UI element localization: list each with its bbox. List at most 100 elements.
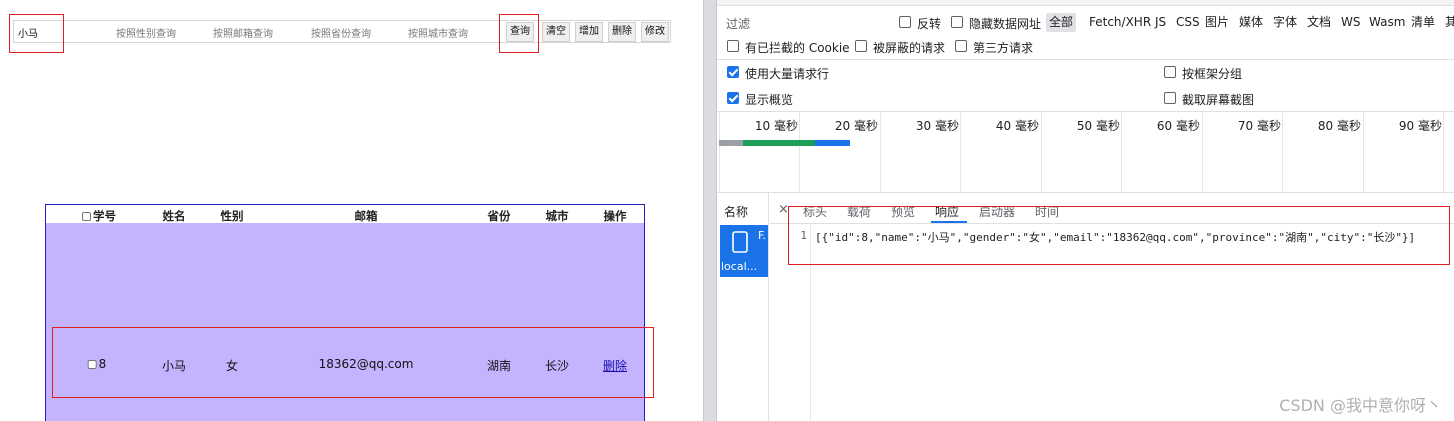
type-filter-wasm[interactable]: Wasm <box>1366 13 1408 32</box>
pane-splitter[interactable] <box>703 0 717 421</box>
gender-search-input[interactable]: 按照性别查询 <box>116 25 176 40</box>
hide-data-urls-label: 隐藏数据网址 <box>969 17 1042 31</box>
timeline-gridline <box>1121 112 1122 192</box>
invert-label: 反转 <box>917 17 942 31</box>
email-search-input[interactable]: 按照邮箱查询 <box>213 25 273 40</box>
capture-screenshots-label: 截取屏幕截图 <box>1182 93 1255 107</box>
timeline-tick-label: 10 毫秒 <box>754 119 798 133</box>
request-host: local... <box>721 260 758 273</box>
watermark: CSDN @我中意你呀丶 <box>1279 396 1442 415</box>
response-body[interactable]: [{"id":8,"name":"小马","gender":"女","email… <box>815 229 1415 245</box>
province-search-input[interactable]: 按照省份查询 <box>311 25 371 40</box>
delete-button[interactable]: 删除 <box>608 22 636 42</box>
large-rows-checkbox[interactable] <box>727 66 739 78</box>
add-button[interactable]: 增加 <box>575 22 603 42</box>
tab-preview[interactable]: 预览 <box>891 203 915 220</box>
third-party-checkbox[interactable] <box>955 40 967 52</box>
hide-data-urls-checkbox[interactable] <box>951 16 963 28</box>
capture-screenshots-checkbox[interactable] <box>1164 92 1176 104</box>
type-filter-other[interactable]: 其 <box>1442 13 1454 32</box>
edit-button[interactable]: 修改 <box>641 22 669 42</box>
timeline-gridline <box>1282 112 1283 192</box>
row-select[interactable]: 8 <box>87 357 106 371</box>
header-id: 学号 <box>93 209 116 223</box>
type-filter-ws[interactable]: WS <box>1338 13 1363 32</box>
blocked-requests-checkbox[interactable] <box>855 40 867 52</box>
query-button[interactable]: 查询 <box>506 22 534 42</box>
type-filter-img[interactable]: 图片 <box>1202 13 1232 32</box>
timing-bar-download <box>815 140 850 146</box>
row-name: 小马 <box>161 359 187 373</box>
document-icon <box>732 231 748 253</box>
tab-initiator[interactable]: 启动器 <box>979 203 1015 220</box>
row-gender: 女 <box>225 359 239 373</box>
timeline-tick-label: 30 毫秒 <box>915 119 959 133</box>
header-action: 操作 <box>603 209 627 223</box>
search-bar: 小马 按照性别查询 按照邮箱查询 按照省份查询 按照城市查询 查询 清空 增加 … <box>13 20 671 43</box>
timeline-tick-label: 70 毫秒 <box>1237 119 1281 133</box>
group-by-frame-label: 按框架分组 <box>1182 67 1243 81</box>
header-select-all[interactable]: 学号 <box>82 208 116 224</box>
timing-bar-waiting <box>743 140 815 146</box>
tab-payload[interactable]: 载荷 <box>847 203 871 220</box>
large-rows-label: 使用大量请求行 <box>745 67 830 81</box>
header-email: 邮箱 <box>354 209 378 223</box>
show-overview-checkbox[interactable] <box>727 92 739 104</box>
divider <box>717 111 1454 112</box>
timeline-gridline <box>1443 112 1444 192</box>
show-overview-label: 显示概览 <box>745 93 794 107</box>
row-checkbox[interactable] <box>87 360 97 369</box>
type-filter-font[interactable]: 字体 <box>1270 13 1300 32</box>
close-icon[interactable]: × <box>778 202 789 217</box>
timeline-gridline <box>880 112 881 192</box>
divider <box>717 59 1454 60</box>
header-city: 城市 <box>545 209 569 223</box>
row-delete-link[interactable]: 删除 <box>603 357 627 374</box>
blocked-cookies-checkbox[interactable] <box>727 40 739 52</box>
timeline-tick-label: 90 毫秒 <box>1398 119 1442 133</box>
table-header: 学号 姓名 性别 邮箱 省份 城市 操作 <box>46 205 644 223</box>
type-filter-js[interactable]: JS <box>1152 13 1169 32</box>
line-gutter: 1 <box>781 224 811 421</box>
third-party-label: 第三方请求 <box>973 41 1034 55</box>
clear-button[interactable]: 清空 <box>542 22 570 42</box>
timeline-tick-label: 50 毫秒 <box>1076 119 1120 133</box>
timeline-tick-label: 80 毫秒 <box>1317 119 1361 133</box>
tab-timing[interactable]: 时间 <box>1035 203 1059 220</box>
request-name-column: 名称 F. local... <box>717 193 769 421</box>
timeline-gridline <box>799 112 800 192</box>
request-row-selected[interactable]: F. local... <box>720 225 768 277</box>
blocked-cookies-label: 有已拦截的 Cookie <box>745 41 850 55</box>
timeline-tick-label: 40 毫秒 <box>995 119 1039 133</box>
delete-link[interactable]: 删除 <box>603 359 627 373</box>
name-search-input[interactable]: 小马 <box>18 25 38 40</box>
timing-bar-stalled <box>725 140 743 146</box>
type-filter-fetch-xhr[interactable]: Fetch/XHR <box>1086 13 1154 32</box>
divider <box>770 223 1454 224</box>
timeline-gridline <box>960 112 961 192</box>
timeline-gridline <box>1041 112 1042 192</box>
devtools-toolbar-edge <box>717 0 1454 6</box>
select-all-checkbox[interactable] <box>82 212 91 221</box>
request-name: F. <box>758 229 767 242</box>
group-by-frame-checkbox[interactable] <box>1164 66 1176 78</box>
row-province: 湖南 <box>486 359 512 373</box>
filter-input[interactable]: 过滤 <box>721 13 884 32</box>
timeline-gridline <box>1363 112 1364 192</box>
divider <box>717 192 1454 193</box>
city-search-input[interactable]: 按照城市查询 <box>408 25 468 40</box>
devtools-network-panel: 过滤 反转 隐藏数据网址 全部 Fetch/XHR JS CSS 图片 媒体 字… <box>717 0 1454 421</box>
filter-placeholder: 过滤 <box>726 17 751 31</box>
blocked-requests-label: 被屏蔽的请求 <box>873 41 946 55</box>
tab-headers[interactable]: 标头 <box>803 203 827 220</box>
type-filter-css[interactable]: CSS <box>1173 13 1203 32</box>
type-filter-doc[interactable]: 文档 <box>1304 13 1334 32</box>
timeline-gridline <box>719 112 720 192</box>
tab-response[interactable]: 响应 <box>935 203 959 220</box>
line-number: 1 <box>800 229 807 242</box>
name-column-header: 名称 <box>724 205 749 219</box>
type-filter-media[interactable]: 媒体 <box>1236 13 1266 32</box>
type-filter-all[interactable]: 全部 <box>1046 13 1077 32</box>
type-filter-manifest[interactable]: 清单 <box>1408 13 1438 32</box>
invert-checkbox[interactable] <box>899 16 911 28</box>
